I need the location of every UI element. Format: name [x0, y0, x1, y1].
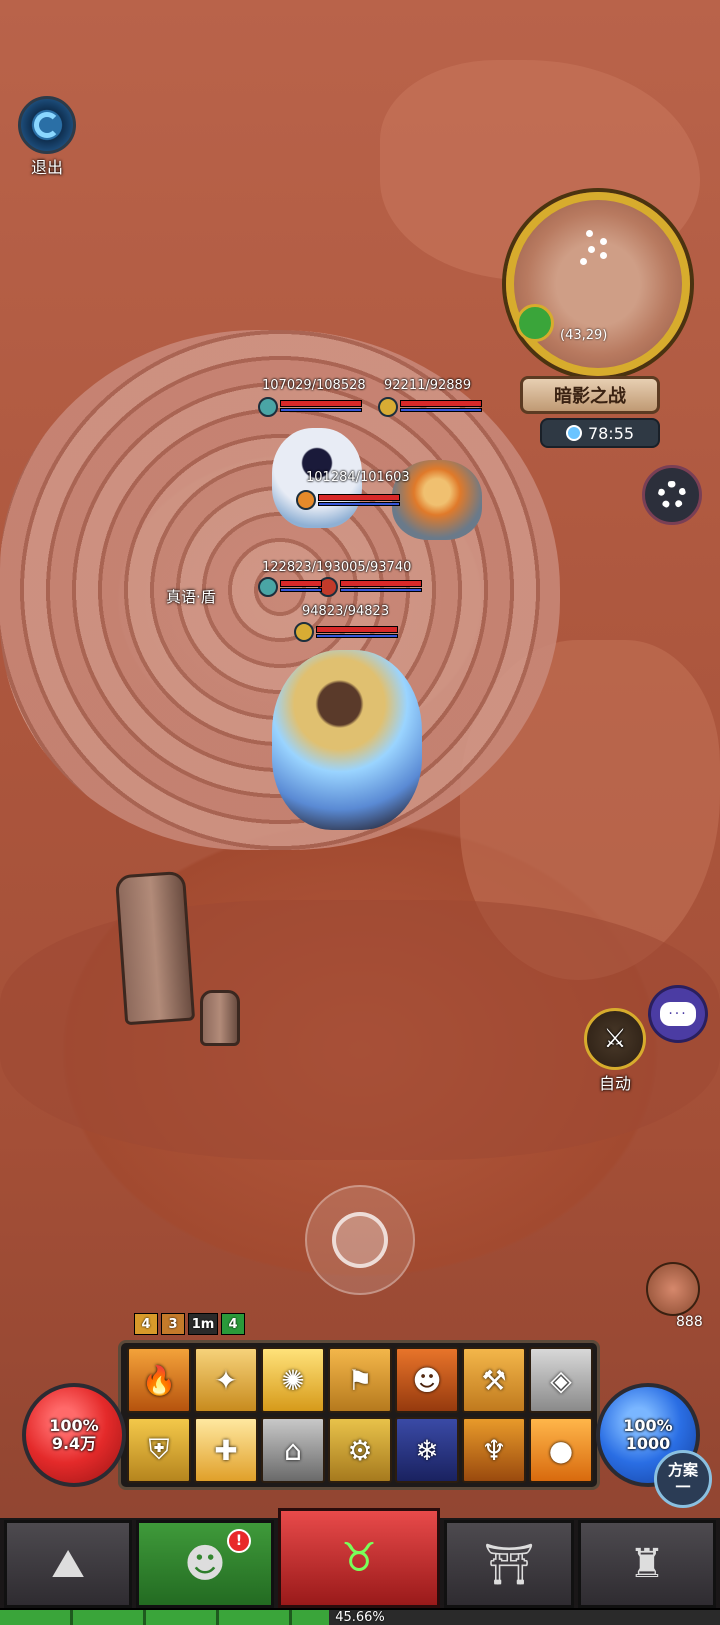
unit-hp-text: 94823/94823: [302, 604, 390, 619]
class-emblem-icon: [258, 577, 278, 597]
alert-badge: !: [227, 1529, 251, 1553]
auto-label: 自动: [598, 1074, 631, 1093]
skill-slot-6[interactable]: ⚒: [462, 1347, 526, 1413]
skill-slot-4[interactable]: ⚑: [328, 1347, 392, 1413]
class-emblem-icon: [258, 397, 278, 417]
class-emblem-icon: [296, 490, 316, 510]
buff-status-row: 4 3 1m 4: [134, 1313, 245, 1335]
meat-item-button[interactable]: 888: [646, 1262, 706, 1332]
nav-tab-2[interactable]: ☻ !: [136, 1520, 274, 1608]
mana-percent: 100%: [623, 1416, 673, 1435]
experience-bar: 45.66%: [0, 1608, 720, 1625]
battle-timer: 78:55: [540, 418, 660, 448]
unit-health-bar: [318, 494, 400, 506]
unit-health-bar: [280, 400, 362, 412]
skill-slot-13[interactable]: ♆: [462, 1417, 526, 1483]
mana-value: 1000: [625, 1434, 671, 1453]
rock-icon: ⛰: [51, 1541, 85, 1587]
minimap-frame: [506, 192, 690, 376]
player-avatar-icon: [516, 304, 554, 342]
holy-shield-icon: ⛨: [148, 1433, 170, 1466]
unit-health-bar: [400, 400, 482, 412]
auto-battle-button[interactable]: ⚔ 自动: [584, 1008, 646, 1094]
gingerbread-icon: ☻: [412, 1363, 442, 1397]
skill-slot-2[interactable]: ✦: [194, 1347, 258, 1413]
meat-icon: [646, 1262, 700, 1316]
map-title: 暗影之战: [520, 376, 660, 414]
buff-label: 真语·盾: [166, 588, 216, 606]
frost-sigil-icon: ❄: [415, 1433, 439, 1467]
nav-tab-4[interactable]: ⛩: [444, 1520, 574, 1608]
wings-icon: ✦: [214, 1363, 238, 1397]
skill-slot-8[interactable]: ⛨: [127, 1417, 191, 1483]
health-value: 9.4万: [51, 1434, 97, 1453]
skill-slot-11[interactable]: ⚙: [328, 1417, 392, 1483]
exit-button[interactable]: 退出: [18, 96, 76, 178]
nav-tab-5[interactable]: ♜: [578, 1520, 716, 1608]
skill-slot-12[interactable]: ❄: [395, 1417, 459, 1483]
unit-health-bar: [316, 626, 398, 638]
clock-icon: [565, 425, 582, 441]
health-percent: 100%: [49, 1416, 99, 1435]
buff-status-badge: 3: [161, 1313, 185, 1335]
standing-stone: [114, 870, 196, 1026]
skill-slot-14[interactable]: ●: [529, 1417, 593, 1483]
skill-bar: 🔥 ✦ ✺ ⚑ ☻ ⚒ ◈ ⛨ ✚ ⌂ ⚙ ❄ ♆ ●: [118, 1340, 600, 1490]
hero-on-horse-sprite: [272, 650, 422, 830]
buff-status-badge: 1m: [188, 1313, 218, 1335]
buff-status-badge: 4: [221, 1313, 245, 1335]
chat-icon: ···: [660, 1002, 696, 1026]
mech-icon: ⚙: [347, 1433, 373, 1467]
class-emblem-icon: [378, 397, 398, 417]
plan-button[interactable]: 方案 一: [654, 1450, 712, 1508]
exit-label: 退出: [30, 158, 63, 177]
holy-heal-icon: ✚: [214, 1433, 238, 1467]
unit-health-bar: [340, 580, 422, 592]
crossed-swords-icon: ⚔: [584, 1008, 646, 1070]
light-burst-icon: ✺: [281, 1363, 305, 1397]
chat-button[interactable]: ···: [648, 985, 708, 1043]
standing-stone: [200, 990, 240, 1046]
class-emblem-icon: [294, 622, 314, 642]
nav-tab-1[interactable]: ⛰: [4, 1520, 132, 1608]
unit-health-bar: [280, 580, 322, 592]
gate-icon: ⛩: [483, 1541, 535, 1588]
virtual-joystick[interactable]: [305, 1185, 415, 1295]
demon-head-icon: ♉: [341, 1535, 377, 1581]
angel-icon: ♆: [481, 1433, 507, 1467]
unit-hp-text: 107029/108528: [262, 378, 366, 393]
skill-slot-9[interactable]: ✚: [194, 1417, 258, 1483]
joystick-knob[interactable]: [332, 1212, 388, 1268]
nav-tab-3-active[interactable]: ♉: [278, 1508, 440, 1608]
meat-count: 888: [676, 1314, 703, 1330]
skill-slot-1[interactable]: 🔥: [127, 1347, 191, 1413]
unit-hp-text: 101284/101603: [306, 470, 410, 485]
skill-slot-10[interactable]: ⌂: [261, 1417, 325, 1483]
settings-button[interactable]: [642, 465, 702, 525]
plan-number: 一: [675, 1478, 691, 1496]
unit-hp-text: 92211/92889: [384, 378, 472, 393]
shield-break-icon: ◈: [550, 1363, 572, 1397]
plan-label: 方案: [667, 1461, 698, 1479]
gear-icon: [658, 481, 686, 509]
timer-value: 78:55: [587, 423, 635, 443]
fire-spirit-icon: 🔥: [141, 1363, 177, 1397]
banner-icon: ⚑: [347, 1363, 373, 1397]
golden-orb-icon: ●: [548, 1433, 574, 1467]
experience-percent: 45.66%: [335, 1610, 385, 1625]
skill-slot-7[interactable]: ◈: [529, 1347, 593, 1413]
skill-slot-3[interactable]: ✺: [261, 1347, 325, 1413]
buff-status-badge: 4: [134, 1313, 158, 1335]
health-orb[interactable]: 100% 9.4万: [22, 1383, 126, 1487]
castle-icon: ♜: [629, 1541, 665, 1587]
helmet-icon: ⌂: [284, 1433, 302, 1467]
portal-icon: [18, 96, 76, 154]
skill-slot-5[interactable]: ☻: [395, 1347, 459, 1413]
minimap-coords: (43,29): [560, 328, 608, 343]
unit-hp-text: 122823/193005/93740: [262, 560, 412, 575]
hammer-icon: ⚒: [481, 1363, 507, 1397]
hooded-hero-icon: ☻: [184, 1541, 226, 1587]
